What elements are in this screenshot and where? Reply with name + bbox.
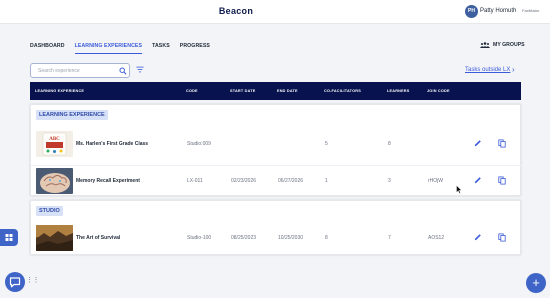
landscape-icon: [36, 225, 73, 251]
tasks-outside-lx-link[interactable]: Tasks outside LX: [465, 67, 510, 73]
table-row[interactable]: The Art of Survival Studio-100 08/25/202…: [31, 223, 522, 253]
lx-name[interactable]: Memory Recall Experiment: [76, 178, 140, 184]
user-name[interactable]: Patty Homuth: [480, 8, 516, 14]
lx-code: LX-011: [187, 178, 203, 184]
edit-icon[interactable]: [474, 233, 482, 241]
group-learning-experience: LEARNING EXPERIENCE ABC Ms. Harlen's Fir…: [30, 104, 522, 196]
my-groups-button[interactable]: MY GROUPS: [480, 42, 525, 48]
lx-code: Studio-100: [187, 235, 212, 241]
tab-progress[interactable]: PROGRESS: [180, 42, 210, 54]
my-groups-label: MY GROUPS: [493, 42, 525, 48]
edit-icon[interactable]: [474, 139, 482, 147]
tab-tasks[interactable]: TASKS: [152, 42, 170, 54]
lx-name[interactable]: The Art of Survival: [76, 235, 120, 241]
search-placeholder: Search experience: [38, 68, 80, 74]
group-label: LEARNING EXPERIENCE: [36, 110, 108, 120]
lx-join-code: AOS12: [428, 235, 445, 241]
user-role: Facilitator: [522, 8, 540, 13]
svg-text:ABC: ABC: [49, 137, 60, 142]
chat-button[interactable]: [5, 272, 25, 292]
lx-co-facilitators: 8: [325, 235, 328, 241]
col-join-code[interactable]: JOIN CODE: [427, 89, 450, 93]
poster-icon: ABC: [36, 131, 73, 157]
grid-icon: [5, 234, 13, 241]
lx-co-facilitators: 1: [325, 178, 328, 184]
group-studio: STUDIO The Art of Survival Studio-100 08…: [30, 200, 521, 255]
col-co-facilitators[interactable]: CO-FACILITATORS: [324, 89, 361, 93]
apps-button[interactable]: [0, 229, 18, 246]
search-input[interactable]: Search experience: [30, 63, 130, 78]
brain-icon: [36, 168, 73, 194]
chat-icon: [9, 277, 21, 288]
app-title: Beacon: [218, 6, 254, 16]
lx-code: Studio:009: [187, 141, 211, 147]
col-code[interactable]: CODE: [186, 89, 198, 93]
top-bar: Beacon PH Patty Homuth Facilitator: [0, 0, 550, 24]
drag-handle-icon[interactable]: ⋮⋮: [26, 277, 40, 284]
lx-co-facilitators: 5: [325, 141, 328, 147]
copy-icon[interactable]: [498, 176, 506, 185]
filter-icon[interactable]: [136, 66, 144, 73]
main-tabs: DASHBOARD LEARNING EXPERIENCES TASKS PRO…: [30, 42, 220, 54]
mouse-cursor-icon: [456, 185, 462, 194]
chevron-right-icon[interactable]: ›: [512, 65, 515, 74]
lx-end-date: 06/27/2026: [278, 178, 304, 184]
table-row[interactable]: Memory Recall Experiment LX-011 02/23/20…: [31, 165, 522, 195]
group-label: STUDIO: [36, 206, 63, 216]
col-learning-experience[interactable]: LEARNING EXPERIENCE: [35, 89, 84, 93]
table-row[interactable]: ABC Ms. Harlen's First Grade Class Studi…: [31, 129, 522, 159]
col-learners[interactable]: LEARNERS: [387, 89, 410, 93]
lx-join-code: rHOjW: [428, 178, 443, 184]
avatar[interactable]: PH: [465, 5, 478, 18]
lx-end-date: 10/25/2030: [278, 235, 304, 241]
lx-learners: 3: [388, 178, 391, 184]
copy-icon[interactable]: [498, 233, 506, 242]
tab-learning-experiences[interactable]: LEARNING EXPERIENCES: [74, 42, 143, 54]
search-icon[interactable]: [119, 67, 127, 75]
lx-name[interactable]: Ms. Harlen's First Grade Class: [76, 141, 148, 147]
table-header: LEARNING EXPERIENCE CODE START DATE END …: [30, 82, 521, 100]
groups-icon: [480, 42, 490, 48]
col-start-date[interactable]: START DATE: [230, 89, 255, 93]
lx-start-date: 02/23/2026: [231, 178, 257, 184]
edit-icon[interactable]: [474, 176, 482, 184]
col-end-date[interactable]: END DATE: [277, 89, 298, 93]
add-button[interactable]: +: [526, 273, 546, 293]
tab-dashboard[interactable]: DASHBOARD: [30, 42, 65, 54]
lx-learners: 7: [388, 235, 391, 241]
copy-icon[interactable]: [498, 139, 506, 148]
lx-learners: 8: [388, 141, 391, 147]
lx-start-date: 08/25/2023: [231, 235, 257, 241]
